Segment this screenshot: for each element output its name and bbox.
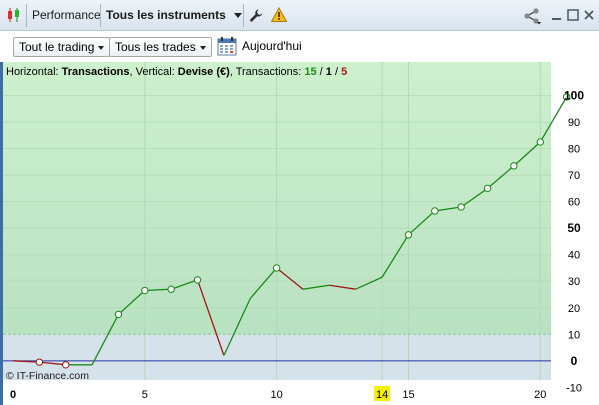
info-slash: /: [332, 66, 341, 78]
x-tick-label: 15: [402, 389, 414, 401]
wrench-icon[interactable]: [249, 8, 264, 23]
data-point[interactable]: [272, 264, 281, 272]
data-point[interactable]: [141, 286, 149, 295]
info-count-loss: 5: [341, 66, 347, 78]
y-tick-label: 10: [568, 329, 580, 341]
chevron-down-icon: [199, 45, 206, 50]
instruments-dropdown[interactable]: Tous les instruments: [106, 0, 243, 31]
x-tick-label: 10: [271, 389, 283, 401]
close-icon[interactable]: [583, 9, 595, 21]
performance-chart: 100 90 80 70 60 50 40 30 20 10 0 -10 0 5 10 15 20 14 Hor…: [3, 62, 599, 405]
info-prefix: Horizontal:: [6, 66, 62, 78]
x-tick-label: 5: [142, 389, 148, 401]
minimize-icon[interactable]: [551, 9, 563, 21]
data-point[interactable]: [483, 184, 492, 193]
y-tick-label: 30: [568, 276, 580, 288]
data-point[interactable]: [404, 231, 413, 239]
y-tick-label: -10: [566, 382, 582, 394]
x-axis-strip: [3, 380, 599, 405]
x-tick-label: 0: [10, 389, 16, 401]
y-tick-label: 0: [571, 354, 578, 368]
y-tick-label: 60: [568, 197, 580, 209]
data-point[interactable]: [510, 162, 518, 170]
data-point[interactable]: [114, 310, 123, 319]
chart-canvas: 1009080706050403020100-10 0 5 10 15 2014 Hor…: [3, 62, 599, 405]
info-mid: , Vertical:: [130, 66, 178, 78]
y-tick-label: 20: [568, 303, 580, 315]
candlestick-icon: [6, 7, 22, 23]
filter-toolbar: Tout le trading Tous les trades Aujourd'…: [0, 31, 599, 62]
trades-filter-dropdown[interactable]: Tous les trades: [109, 37, 212, 57]
data-point[interactable]: [62, 361, 70, 369]
y-tick-label: 70: [568, 170, 580, 182]
watermark: © IT-Finance.com: [6, 370, 89, 382]
chart-info-line: Horizontal: Transactions, Vertical: Devi…: [6, 66, 347, 78]
data-point[interactable]: [457, 203, 465, 211]
chevron-down-icon: [98, 45, 105, 50]
share-icon[interactable]: [523, 7, 541, 25]
data-point[interactable]: [431, 207, 439, 215]
y-tick-label: 40: [568, 250, 580, 262]
y-tick-label: 80: [568, 144, 580, 156]
y-tick-label: 90: [568, 117, 580, 129]
x-tick-label: 20: [534, 389, 546, 401]
data-point[interactable]: [536, 138, 544, 146]
data-point[interactable]: [193, 276, 202, 284]
trades-filter-label: Tous les trades: [115, 40, 196, 54]
data-point[interactable]: [167, 285, 175, 293]
y-axis-labels: 1009080706050403020100-10: [564, 89, 584, 395]
info-count-prefix: , Transactions:: [230, 66, 305, 78]
performance-tab[interactable]: Performance: [32, 0, 101, 31]
y-tick-label: 50: [567, 221, 581, 235]
calendar-icon[interactable]: [217, 36, 237, 56]
x-tick-label-highlight: 14: [376, 389, 388, 401]
maximize-icon[interactable]: [567, 9, 579, 21]
trading-filter-dropdown[interactable]: Tout le trading: [13, 37, 111, 57]
warning-icon[interactable]: [270, 6, 288, 23]
info-count-total: 15: [304, 66, 316, 78]
date-filter-label[interactable]: Aujourd'hui: [242, 39, 302, 53]
info-x-name: Transactions: [62, 66, 130, 78]
info-slash: /: [317, 66, 326, 78]
instruments-dropdown-label: Tous les instruments: [106, 8, 226, 22]
trading-filter-label: Tout le trading: [19, 40, 95, 54]
y-tick-label: 100: [564, 89, 584, 103]
title-bar: Performance Tous les instruments: [0, 0, 599, 31]
data-point[interactable]: [35, 358, 44, 366]
chevron-down-icon: [234, 13, 243, 19]
info-y-name: Devise (€): [178, 66, 230, 78]
